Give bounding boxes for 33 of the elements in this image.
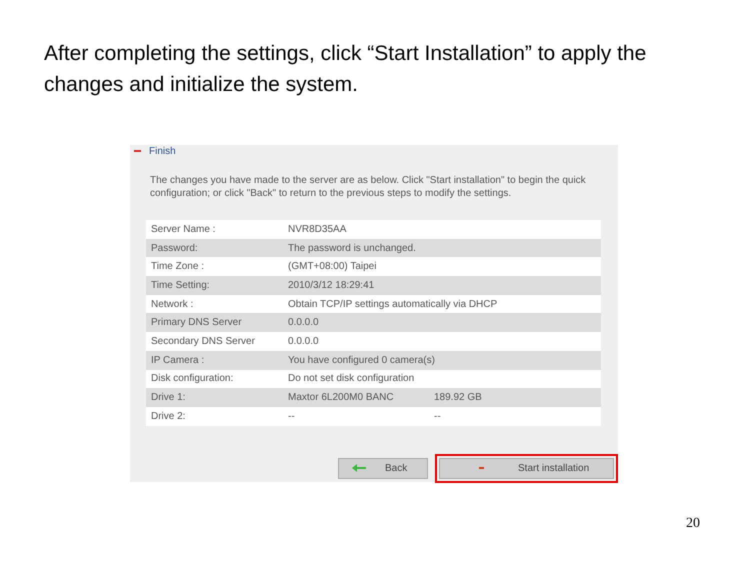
back-button[interactable]: Back <box>338 458 428 479</box>
section-title: Finish <box>149 146 176 156</box>
field-label: Time Setting: <box>150 280 211 291</box>
field-label: Network : <box>150 298 194 310</box>
field-value: Obtain TCP/IP settings automatically via DHCP <box>288 298 498 310</box>
left-arrow-icon <box>352 464 366 472</box>
field-label: Disk configuration: <box>150 373 234 384</box>
field-value: Maxtor 6L200M0 BANC <box>288 392 395 404</box>
field-label: Primary DNS Server <box>150 317 243 328</box>
field-value: The password is unchanged. <box>288 242 417 254</box>
field-value: Do not set disk configuration <box>288 373 416 384</box>
page-number: 20 <box>686 516 700 532</box>
field-value: -- <box>433 410 441 422</box>
field-value: -- <box>288 410 296 422</box>
field-label: Drive 1: <box>150 392 186 404</box>
collapse-icon[interactable] <box>134 150 141 152</box>
field-value: 2010/3/12 18:29:41 <box>288 280 376 291</box>
field-value: 189.92 GB <box>433 392 482 404</box>
field-label: Server Name : <box>150 224 216 235</box>
dash-icon <box>479 467 484 470</box>
field-label: Secondary DNS Server <box>150 336 256 347</box>
field-value: 0.0.0.0 <box>288 336 320 347</box>
field-value: You have configured 0 camera(s) <box>288 354 435 366</box>
field-label: IP Camera : <box>150 354 206 366</box>
description-text: The changes you have made to the server are as below. Click "Start installation" to begin the quick configuration; or click "Back" to return to the previous steps to modify the settings. <box>150 174 587 200</box>
field-label: Password: <box>150 242 199 254</box>
start-installation-button[interactable]: Start installation <box>439 458 614 479</box>
field-label: Drive 2: <box>150 410 186 422</box>
instruction-text: After completing the settings, click “Start Installation” to apply the changes and initialize the system. <box>44 41 648 98</box>
field-value: 0.0.0.0 <box>288 317 320 328</box>
field-label: Time Zone : <box>150 261 205 272</box>
field-value: (GMT+08:00) Taipei <box>288 261 378 272</box>
field-value: NVR8D35AA <box>288 224 348 235</box>
